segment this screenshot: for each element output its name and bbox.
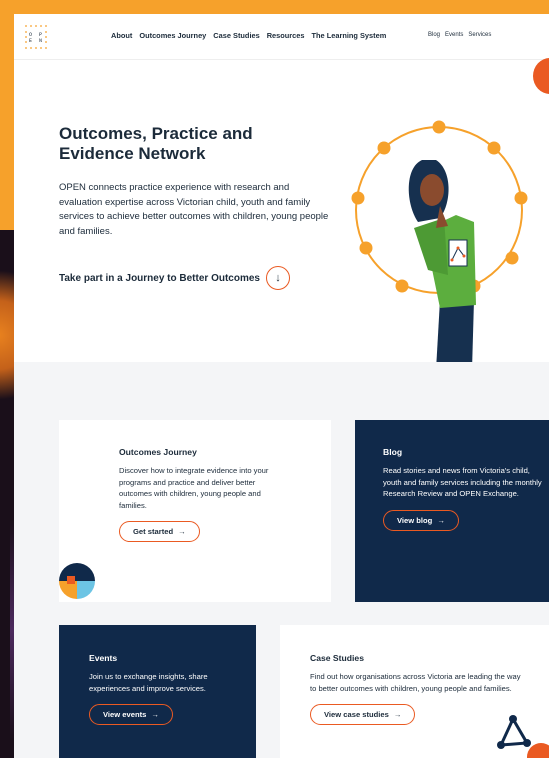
open-logo[interactable]: O P E N: [24, 24, 50, 50]
button-label: View events: [103, 710, 147, 719]
nav-item-services[interactable]: Services: [468, 32, 491, 38]
site-header: O P E N About Outcomes Journey Case Stud…: [14, 14, 549, 60]
hero-description: OPEN connects practice experience with r…: [59, 182, 329, 237]
pie-shape-icon: [59, 563, 95, 599]
webpage: O P E N About Outcomes Journey Case Stud…: [14, 14, 549, 758]
nav-item-about[interactable]: About: [111, 31, 132, 40]
card-title: Events: [89, 653, 118, 663]
journey-cta-link[interactable]: Take part in a Journey to Better Outcome…: [59, 266, 290, 290]
button-label: View blog: [397, 515, 433, 525]
case-studies-card: Case Studies Find out how organisations …: [280, 625, 549, 758]
card-title: Case Studies: [310, 653, 364, 663]
nav-item-blog[interactable]: Blog: [428, 32, 440, 38]
feature-cards-section: Outcomes Journey Discover how to integra…: [14, 362, 549, 758]
nav-item-learning-system[interactable]: The Learning System: [312, 31, 387, 40]
view-blog-button[interactable]: View blog →: [383, 509, 459, 531]
card-text: Discover how to integrate evidence into …: [119, 466, 269, 510]
main-navigation: About Outcomes Journey Case Studies Reso…: [111, 31, 386, 40]
card-text: Join us to exchange insights, share expe…: [89, 672, 208, 693]
card-text: Find out how organisations across Victor…: [310, 672, 521, 693]
card-title: Outcomes Journey: [119, 447, 197, 457]
blog-card: Blog Read stories and news from Victoria…: [355, 420, 549, 602]
card-title: Blog: [383, 447, 403, 457]
decorative-orange-blob: [533, 58, 549, 94]
secondary-navigation: Blog Events Services: [428, 32, 491, 38]
hero-title: Outcomes, Practice and Evidence Network: [59, 124, 253, 163]
arrow-right-icon: →: [393, 710, 402, 719]
get-started-button[interactable]: Get started →: [119, 521, 200, 542]
button-label: View case studies: [324, 710, 389, 719]
journey-cta-label: Take part in a Journey to Better Outcome…: [59, 272, 260, 284]
arrow-right-icon: →: [437, 515, 445, 525]
events-card: Events Join us to exchange insights, sha…: [59, 625, 256, 758]
nav-item-resources[interactable]: Resources: [267, 31, 305, 40]
logo-text: O P E N: [29, 32, 44, 44]
network-triangle-icon: [497, 715, 549, 758]
card-text: Read stories and news from Victoria's ch…: [383, 466, 542, 498]
nav-item-case-studies[interactable]: Case Studies: [213, 31, 259, 40]
outcomes-journey-card: Outcomes Journey Discover how to integra…: [59, 420, 331, 602]
view-case-studies-button[interactable]: View case studies →: [310, 704, 416, 725]
logo-text-line-2: E N: [29, 38, 45, 44]
nav-item-outcomes-journey[interactable]: Outcomes Journey: [139, 31, 206, 40]
arrow-right-icon: →: [151, 710, 159, 719]
nav-item-events[interactable]: Events: [445, 32, 463, 38]
button-label: Get started: [133, 527, 174, 536]
arrow-right-icon: →: [178, 527, 186, 536]
woman-illustration-icon: [351, 120, 528, 370]
arrow-down-icon[interactable]: ↓: [265, 266, 290, 290]
view-events-button[interactable]: View events →: [89, 704, 173, 725]
